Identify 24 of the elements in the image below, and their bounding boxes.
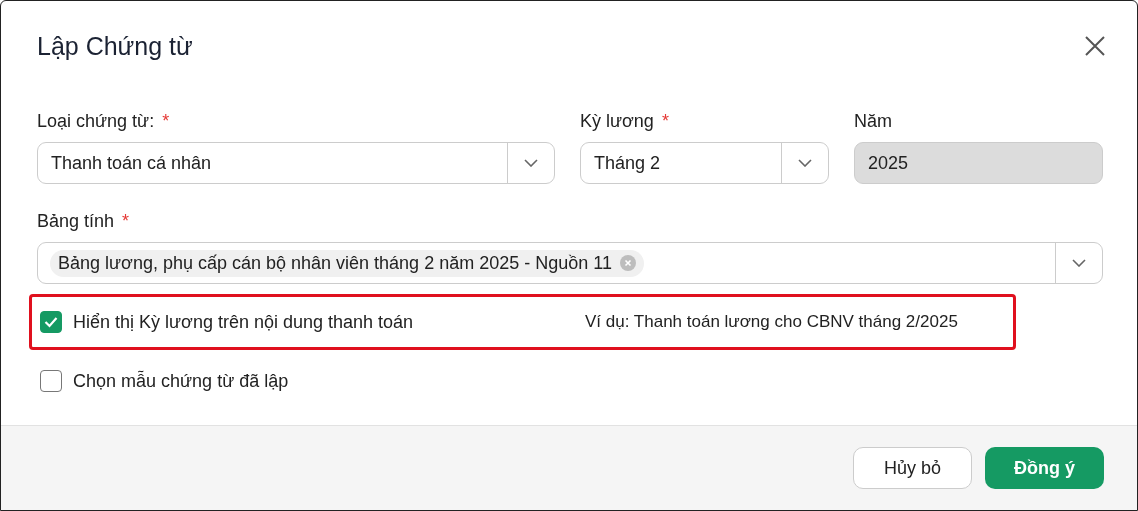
checkbox-label: Chọn mẫu chứng từ đã lập — [73, 370, 290, 392]
required-asterisk: * — [122, 211, 130, 233]
select-field[interactable]: Thanh toán cá nhân — [37, 142, 555, 184]
chevron-down-icon — [1072, 259, 1086, 267]
field-label: Bảng tính — [37, 211, 115, 233]
field-label: Năm — [854, 111, 892, 133]
confirm-button[interactable]: Đồng ý — [985, 447, 1104, 489]
checkbox-label: Hiển thị Kỳ lương trên nội dung thanh toán — [73, 311, 415, 333]
select-field[interactable]: Tháng 2 — [580, 142, 829, 184]
dialog-title: Lập Chứng từ — [37, 31, 193, 61]
checkmark-icon — [44, 316, 58, 328]
cancel-button[interactable]: Hủy bỏ — [853, 447, 972, 489]
checkbox[interactable] — [40, 370, 62, 392]
chevron-down-icon — [798, 159, 812, 167]
checkbox[interactable] — [40, 311, 62, 333]
close-icon[interactable] — [1083, 34, 1107, 58]
tag-label: Bảng lương, phụ cấp cán bộ nhân viên tháng 2 năm 2025 - Nguồn 11 — [58, 252, 612, 274]
chevron-down-icon — [524, 159, 538, 167]
select-field[interactable]: Bảng lương, phụ cấp cán bộ nhân viên tháng 2 năm 2025 - Nguồn 11 — [37, 242, 1103, 284]
example-text: Ví dụ: Thanh toán lương cho CBNV tháng 2/2025 — [585, 312, 958, 332]
required-asterisk: * — [162, 111, 170, 133]
required-asterisk: * — [661, 111, 669, 133]
field-label: Loại chứng từ: — [37, 111, 155, 133]
field-label: Kỳ lương — [580, 111, 654, 133]
